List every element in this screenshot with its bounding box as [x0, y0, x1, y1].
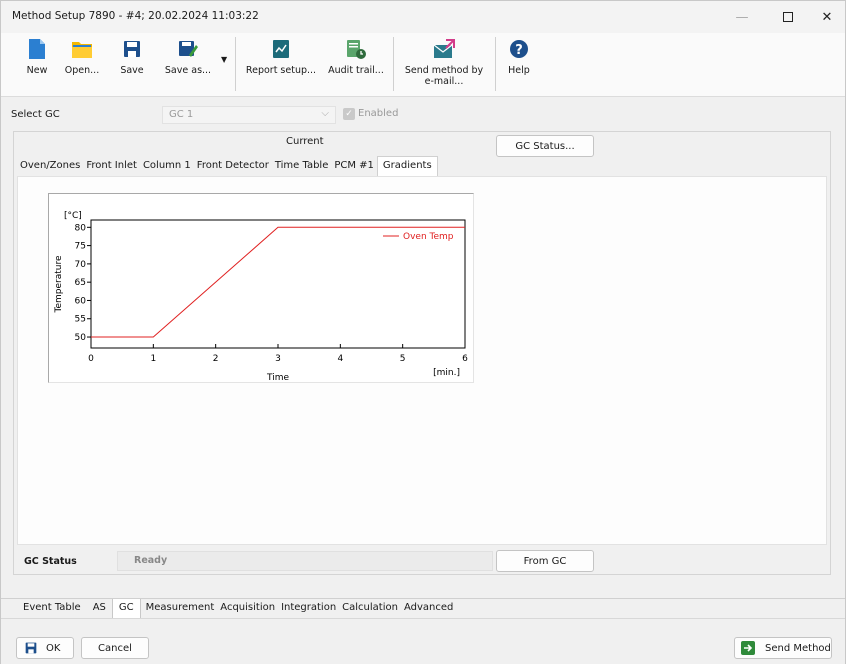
toolbar-separator	[393, 37, 394, 91]
footer-bar: OK Cancel Send Method	[1, 618, 845, 664]
save-as-icon	[177, 37, 199, 61]
chevron-down-icon: ⌵	[321, 108, 329, 119]
toolbar: New Open... Save Save as... ▼ Report set…	[1, 33, 845, 97]
tab-event-table[interactable]: Event Table	[17, 599, 87, 619]
minimize-icon: —	[735, 9, 749, 25]
gc-status-button[interactable]: GC Status...	[496, 135, 594, 157]
tab-as[interactable]: AS	[87, 599, 112, 619]
folder-icon	[71, 37, 93, 61]
new-document-icon	[26, 37, 48, 61]
select-gc-row: Select GC GC 1 ⌵ ✓ Enabled	[1, 101, 845, 127]
send-method-button[interactable]: Send Method	[734, 637, 832, 659]
new-button[interactable]: New	[23, 37, 51, 91]
email-send-icon	[433, 37, 455, 61]
checkmark-icon: ✓	[345, 109, 353, 119]
send-method-email-button[interactable]: Send method by e-mail...	[403, 37, 485, 91]
gradient-chart: [°C] Temperature Time [min.] 0 1 2 3 4 5 6 80 75…	[48, 193, 474, 383]
close-window-button[interactable]: ✕	[809, 1, 845, 33]
y-tick-label: 60	[75, 296, 87, 306]
svg-text:?: ?	[515, 43, 523, 58]
enabled-checkbox[interactable]: ✓	[343, 108, 355, 120]
x-tick-label: 3	[275, 354, 281, 364]
y-unit-label: [°C]	[64, 211, 82, 221]
send-arrow-icon	[741, 641, 755, 655]
maximize-button[interactable]	[765, 1, 811, 33]
method-tabs: Oven/Zones Front Inlet Column 1 Front De…	[17, 156, 438, 176]
tab-calculation[interactable]: Calculation	[339, 599, 401, 619]
cancel-button[interactable]: Cancel	[81, 637, 149, 659]
enabled-label: Enabled	[358, 108, 399, 119]
gc-status-row: GC Status Ready From GC	[13, 547, 831, 577]
minimize-button[interactable]: —	[719, 1, 765, 33]
tab-pcm-1[interactable]: PCM #1	[331, 156, 377, 176]
close-icon: ✕	[821, 9, 833, 25]
legend-oven-temp: Oven Temp	[403, 232, 454, 242]
open-button[interactable]: Open...	[63, 37, 101, 91]
floppy-disk-icon	[121, 37, 143, 61]
y-tick-label: 70	[75, 260, 87, 270]
gc-select[interactable]: GC 1 ⌵	[162, 106, 336, 124]
x-axis-label: Time	[266, 373, 289, 382]
tab-column-1[interactable]: Column 1	[140, 156, 194, 176]
report-setup-icon	[270, 37, 292, 61]
tab-front-inlet[interactable]: Front Inlet	[83, 156, 140, 176]
audit-trail-icon	[345, 37, 367, 61]
save-as-dropdown-arrow[interactable]: ▼	[221, 55, 227, 64]
ok-button[interactable]: OK	[16, 637, 74, 659]
x-tick-label: 0	[88, 354, 94, 364]
method-setup-window: Method Setup 7890 - #4; 20.02.2024 11:03…	[0, 0, 846, 664]
audit-trail-button[interactable]: Audit trail...	[327, 37, 385, 91]
toolbar-separator	[235, 37, 236, 91]
x-tick-label: 1	[150, 354, 156, 364]
bottom-tabs: Event Table AS GC Measurement Acquisitio…	[17, 599, 456, 621]
gc-status-label: GC Status	[24, 556, 77, 567]
y-axis-label: Temperature	[54, 255, 64, 313]
y-tick-label: 75	[75, 242, 86, 252]
y-tick-label: 80	[75, 223, 87, 233]
toolbar-separator	[495, 37, 496, 91]
tab-front-detector[interactable]: Front Detector	[194, 156, 272, 176]
current-label: Current	[286, 136, 324, 147]
gradient-chart-svg: [°C] Temperature Time [min.] 0 1 2 3 4 5 6 80 75…	[54, 211, 468, 382]
window-title: Method Setup 7890 - #4; 20.02.2024 11:03…	[12, 10, 259, 22]
x-tick-label: 6	[462, 354, 468, 364]
tab-gradients[interactable]: Gradients	[376, 156, 438, 176]
from-gc-button[interactable]: From GC	[496, 550, 594, 572]
tab-measurement[interactable]: Measurement	[141, 599, 218, 619]
gc-status-value: Ready	[117, 551, 493, 571]
x-unit-label: [min.]	[433, 368, 460, 378]
report-setup-button[interactable]: Report setup...	[245, 37, 317, 91]
select-gc-label: Select GC	[11, 109, 60, 120]
x-tick-label: 5	[400, 354, 406, 364]
help-button[interactable]: ? Help	[505, 37, 533, 91]
tab-acquisition[interactable]: Acquisition	[217, 599, 278, 619]
y-tick-label: 50	[75, 333, 87, 343]
save-button[interactable]: Save	[115, 37, 149, 91]
help-icon: ?	[508, 37, 530, 61]
save-as-button[interactable]: Save as...	[161, 37, 215, 91]
title-bar: Method Setup 7890 - #4; 20.02.2024 11:03…	[1, 1, 845, 33]
y-tick-label: 65	[75, 278, 86, 288]
tab-oven-zones[interactable]: Oven/Zones	[17, 156, 83, 176]
tab-time-table[interactable]: Time Table	[272, 156, 332, 176]
tab-advanced[interactable]: Advanced	[401, 599, 456, 619]
x-tick-label: 4	[337, 354, 343, 364]
floppy-disk-icon	[25, 642, 37, 654]
maximize-icon	[783, 12, 793, 22]
tab-integration[interactable]: Integration	[278, 599, 339, 619]
y-tick-label: 55	[75, 315, 86, 325]
x-tick-label: 2	[213, 354, 219, 364]
